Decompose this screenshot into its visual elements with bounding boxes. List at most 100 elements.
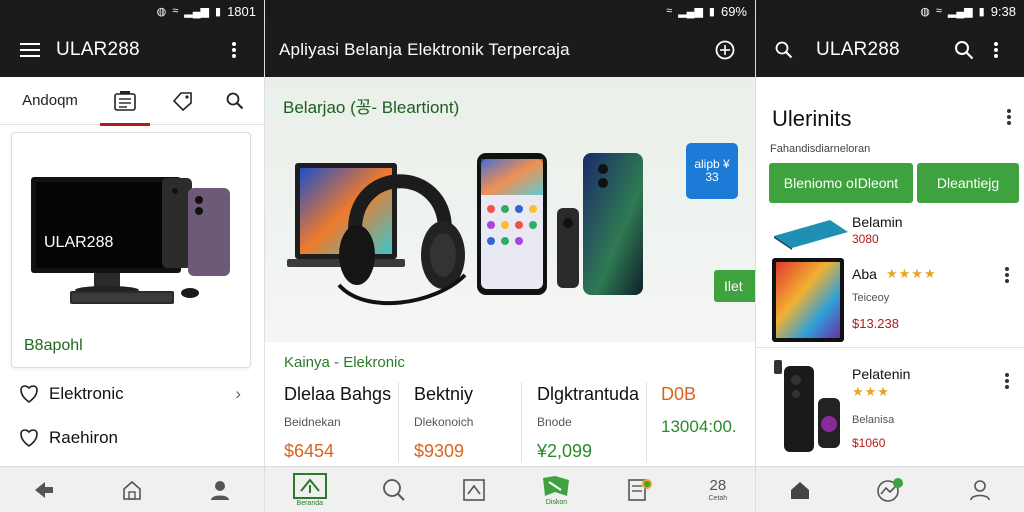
status-time: 1801 bbox=[227, 3, 256, 19]
wifi-icon: ≈ bbox=[172, 5, 179, 17]
category-list: Elektronic › Raehiron bbox=[11, 372, 251, 460]
featured-product-card[interactable]: ULAR288 B8apohl bbox=[11, 132, 251, 368]
product-item[interactable]: D0B 13004:00. bbox=[661, 382, 755, 462]
nav-cetah[interactable]: 28 Cetah bbox=[709, 477, 728, 502]
tab-label: Andoqm bbox=[22, 92, 78, 109]
banner-product-image bbox=[287, 153, 643, 306]
home-icon bbox=[790, 481, 809, 499]
product-item[interactable]: Bektniy Dlekonoich $9309 bbox=[414, 382, 524, 462]
tab-catalog[interactable] bbox=[100, 77, 150, 126]
app-bar: ULAR288 bbox=[756, 22, 1024, 77]
app-title: ULAR288 bbox=[56, 38, 140, 60]
product-item[interactable]: Dlgktrantuda Bnode ¥2,099 bbox=[537, 382, 647, 462]
trending-icon bbox=[877, 477, 903, 502]
banner-cta-button[interactable]: Ilet bbox=[714, 270, 755, 302]
more-options-icon[interactable] bbox=[980, 34, 1012, 66]
product-thumbnail bbox=[774, 220, 848, 250]
more-options-icon[interactable] bbox=[218, 34, 250, 66]
help-icon[interactable] bbox=[709, 34, 741, 66]
wifi-icon: ≈ bbox=[666, 5, 673, 17]
catalog-icon bbox=[114, 90, 136, 111]
nav-caption: Cetah bbox=[708, 495, 728, 502]
more-options-icon[interactable] bbox=[1006, 108, 1012, 131]
item-description: Belanisa bbox=[852, 414, 895, 426]
search-icon[interactable] bbox=[948, 34, 980, 66]
battery-icon: ▮ bbox=[978, 5, 985, 18]
nav-profile[interactable] bbox=[209, 479, 231, 501]
product-price: 13004:00. bbox=[661, 417, 737, 436]
nav-trending[interactable] bbox=[876, 477, 904, 503]
banner-cta-label: Ilet bbox=[724, 278, 743, 294]
card-label: B8apohl bbox=[24, 337, 83, 354]
tab-search[interactable] bbox=[215, 77, 255, 125]
nav-orders[interactable] bbox=[627, 478, 653, 502]
nav-home[interactable] bbox=[121, 479, 143, 501]
list-item-label: Elektronic bbox=[49, 384, 124, 403]
secondary-button[interactable]: Dleantiejg bbox=[917, 163, 1019, 203]
nav-diskon[interactable]: Diskon bbox=[541, 474, 571, 506]
promo-badge[interactable]: alipb ¥ 33 bbox=[686, 143, 738, 199]
wifi-icon: ≈ bbox=[935, 5, 942, 17]
item-name: Pelatenin bbox=[852, 366, 911, 382]
book-icon bbox=[543, 475, 570, 496]
nav-beranda[interactable]: Beranda bbox=[292, 472, 327, 507]
search-icon bbox=[226, 92, 244, 109]
alarm-icon: ◍ bbox=[156, 5, 167, 18]
product-category: Dlekonoich bbox=[414, 415, 474, 429]
nav-upload[interactable] bbox=[462, 478, 486, 502]
heart-icon bbox=[20, 429, 38, 447]
more-options-icon[interactable] bbox=[1004, 372, 1010, 395]
app-title: ULAR288 bbox=[816, 38, 900, 60]
upload-icon bbox=[463, 478, 485, 501]
status-battery: 69% bbox=[720, 3, 747, 19]
list-item-label: Raehiron bbox=[49, 428, 118, 447]
menu-icon[interactable] bbox=[14, 34, 46, 66]
item-price: $13.238 bbox=[852, 316, 899, 331]
tab-deals[interactable] bbox=[150, 77, 215, 125]
page-title: Ulerinits bbox=[772, 106, 852, 131]
item-description: Teiceoy bbox=[852, 292, 890, 304]
status-bar: ◍ ≈ ▂▄▆ ▮ 1801 bbox=[0, 0, 264, 22]
product-name: Dlelaa Bahgs bbox=[284, 384, 392, 404]
signal-icon: ▂▄▆ bbox=[947, 5, 973, 18]
nav-home[interactable] bbox=[789, 479, 811, 501]
nav-search[interactable] bbox=[382, 478, 406, 502]
search-icon bbox=[383, 478, 406, 501]
product-name: D0B bbox=[661, 384, 697, 404]
battery-icon: ▮ bbox=[708, 5, 715, 18]
product-name: Bektniy bbox=[414, 384, 474, 404]
nav-back[interactable] bbox=[33, 480, 55, 500]
panel-center: ≈ ▂▄▆ ▮ 69% Apliyasi Belanja Elektronik … bbox=[265, 0, 756, 512]
panel-left: ◍ ≈ ▂▄▆ ▮ 1801 ULAR288 Andoqm ULAR288 B8… bbox=[0, 0, 265, 512]
divider bbox=[646, 382, 647, 462]
rating-stars: ★★★ bbox=[852, 384, 890, 399]
product-name: Dlgktrantuda bbox=[537, 384, 640, 404]
section-heading: Kainya - Elekronic bbox=[284, 354, 405, 371]
item-name: Aba bbox=[852, 266, 877, 282]
item-price: 3080 bbox=[852, 232, 879, 246]
home-icon bbox=[123, 480, 141, 500]
product-price: ¥2,099 bbox=[537, 441, 593, 461]
promo-banner[interactable]: Belarjao (꽁- Bleartiont) alipb ¥ 33 Ilet bbox=[265, 77, 755, 342]
more-options-icon[interactable] bbox=[1004, 266, 1010, 289]
product-item[interactable]: Dlelaa Bahgs Beidnekan $6454 bbox=[284, 382, 394, 462]
tab-home[interactable]: Andoqm bbox=[0, 77, 100, 125]
nav-profile[interactable] bbox=[969, 479, 991, 501]
primary-button[interactable]: Bleniomo oIDleont bbox=[769, 163, 913, 203]
list-item[interactable]: Pelatenin ★★★ Belanisa $1060 bbox=[756, 356, 1024, 456]
rating-stars: ★★★★ bbox=[886, 266, 937, 281]
list-item-raehiron[interactable]: Raehiron bbox=[11, 416, 251, 460]
product-thumbnail bbox=[774, 360, 840, 452]
list-item[interactable]: Belamin 3080 bbox=[756, 210, 1024, 252]
battery-icon: ▮ bbox=[215, 5, 222, 18]
receipt-icon bbox=[628, 478, 652, 501]
store-icon bbox=[292, 472, 327, 499]
profile-icon bbox=[211, 480, 229, 500]
chevron-right-icon: › bbox=[235, 384, 241, 403]
button-label: Dleantiejg bbox=[936, 175, 1000, 191]
search-icon[interactable] bbox=[768, 34, 800, 66]
shield-icon bbox=[20, 385, 38, 403]
list-item[interactable]: Aba ★★★★ Teiceoy $13.238 bbox=[756, 254, 1024, 348]
list-item-elektronic[interactable]: Elektronic › bbox=[11, 372, 251, 416]
bottom-navigation bbox=[0, 466, 264, 512]
